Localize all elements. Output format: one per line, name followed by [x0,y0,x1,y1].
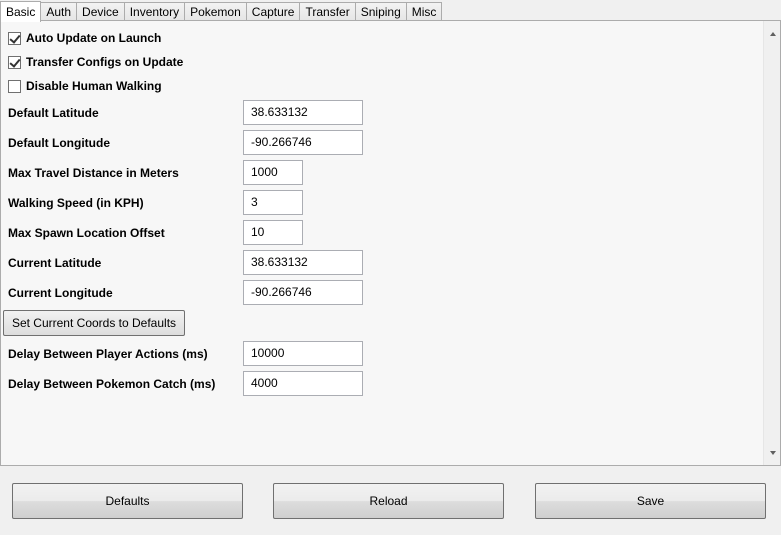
disable-walking-row[interactable]: Disable Human Walking [8,78,162,94]
disable-walking-checkbox[interactable] [8,79,21,93]
vertical-scrollbar[interactable] [763,21,780,465]
max-spawn-offset-input[interactable]: 10 [243,220,303,245]
walking-speed-label: Walking Speed (in KPH) [8,196,144,210]
disable-walking-label: Disable Human Walking [26,79,162,93]
settings-content: Auto Update on Launch Transfer Configs o… [1,21,763,465]
current-latitude-label: Current Latitude [8,256,102,270]
tab-device[interactable]: Device [77,2,125,21]
current-latitude-input[interactable]: 38.633132 [243,250,363,275]
transfer-configs-label: Transfer Configs on Update [26,55,184,69]
default-longitude-label: Default Longitude [8,136,110,150]
current-longitude-label: Current Longitude [8,286,113,300]
max-travel-label: Max Travel Distance in Meters [8,166,179,180]
defaults-button[interactable]: Defaults [12,483,243,519]
tab-sniping[interactable]: Sniping [355,2,407,21]
delay-catch-label: Delay Between Pokemon Catch (ms) [8,377,216,391]
tab-strip: Basic Auth Device Inventory Pokemon Capt… [0,0,781,22]
delay-actions-input[interactable]: 10000 [243,341,363,366]
delay-catch-input[interactable]: 4000 [243,371,363,396]
tab-inventory[interactable]: Inventory [124,2,186,21]
tab-capture[interactable]: Capture [246,2,301,21]
max-spawn-offset-label: Max Spawn Location Offset [8,226,165,240]
save-button[interactable]: Save [535,483,766,519]
scroll-down-arrow-icon[interactable] [764,444,781,461]
walking-speed-input[interactable]: 3 [243,190,303,215]
current-longitude-input[interactable]: -90.266746 [243,280,363,305]
tab-transfer[interactable]: Transfer [300,2,356,21]
scroll-up-arrow-icon[interactable] [764,25,781,42]
default-latitude-input[interactable]: 38.633132 [243,100,363,125]
transfer-configs-row[interactable]: Transfer Configs on Update [8,54,183,70]
delay-actions-label: Delay Between Player Actions (ms) [8,347,208,361]
auto-update-label: Auto Update on Launch [26,31,162,45]
max-travel-input[interactable]: 1000 [243,160,303,185]
tab-pokemon[interactable]: Pokemon [185,2,247,21]
tab-misc[interactable]: Misc [406,2,443,21]
set-current-coords-button[interactable]: Set Current Coords to Defaults [3,310,185,336]
settings-panel: Auto Update on Launch Transfer Configs o… [0,20,781,466]
auto-update-checkbox[interactable] [8,31,21,45]
transfer-configs-checkbox[interactable] [8,55,21,69]
reload-button[interactable]: Reload [273,483,504,519]
tab-basic[interactable]: Basic [0,1,42,22]
default-latitude-label: Default Latitude [8,106,99,120]
auto-update-row[interactable]: Auto Update on Launch [8,30,161,46]
default-longitude-input[interactable]: -90.266746 [243,130,363,155]
tab-auth[interactable]: Auth [41,2,78,21]
